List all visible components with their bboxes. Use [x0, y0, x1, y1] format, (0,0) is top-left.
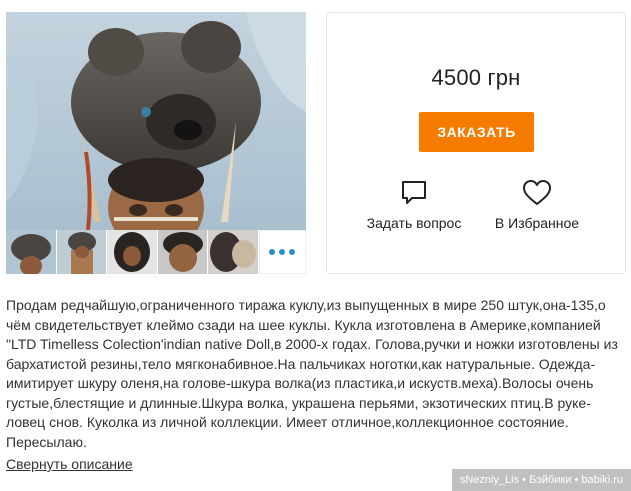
- thumbnail-4[interactable]: [157, 230, 207, 274]
- ask-question-label: Задать вопрос: [366, 215, 462, 231]
- add-to-favorites-button[interactable]: В Избранное: [472, 179, 602, 231]
- doll-photo-image: [6, 12, 306, 230]
- price: 4500 грн: [431, 65, 521, 90]
- thumbnail-1[interactable]: [6, 230, 56, 274]
- thumbnail-image: [157, 230, 207, 274]
- thumbnail-3[interactable]: [107, 230, 157, 274]
- add-to-favorites-label: В Избранное: [494, 215, 580, 231]
- purchase-card: 4500 грн ЗАКАЗАТЬ Задать вопрос В Избран…: [326, 12, 626, 274]
- collapse-description-link[interactable]: Свернуть описание: [6, 456, 133, 472]
- heart-icon: [523, 180, 551, 205]
- main-product-photo[interactable]: [6, 12, 306, 230]
- watermark: sNezniy_Lis • Бэйбики • babiki.ru: [451, 469, 631, 491]
- thumbnail-strip: [6, 230, 307, 274]
- speech-bubble-icon: [402, 181, 426, 204]
- thumbnail-5[interactable]: [208, 230, 258, 274]
- ask-question-button[interactable]: Задать вопрос: [349, 179, 479, 231]
- thumbnail-image: [56, 230, 106, 274]
- product-description: Продам редчайшую,ограниченного тиража ку…: [6, 297, 618, 450]
- more-photos-button[interactable]: [258, 230, 307, 274]
- thumbnail-2[interactable]: [56, 230, 106, 274]
- more-dot: [269, 249, 276, 255]
- thumbnail-image: [107, 230, 157, 274]
- thumbnail-image: [208, 230, 258, 274]
- order-button[interactable]: ЗАКАЗАТЬ: [419, 112, 534, 152]
- more-dot: [289, 249, 296, 255]
- thumbnail-image: [6, 230, 56, 274]
- more-dot: [279, 249, 286, 255]
